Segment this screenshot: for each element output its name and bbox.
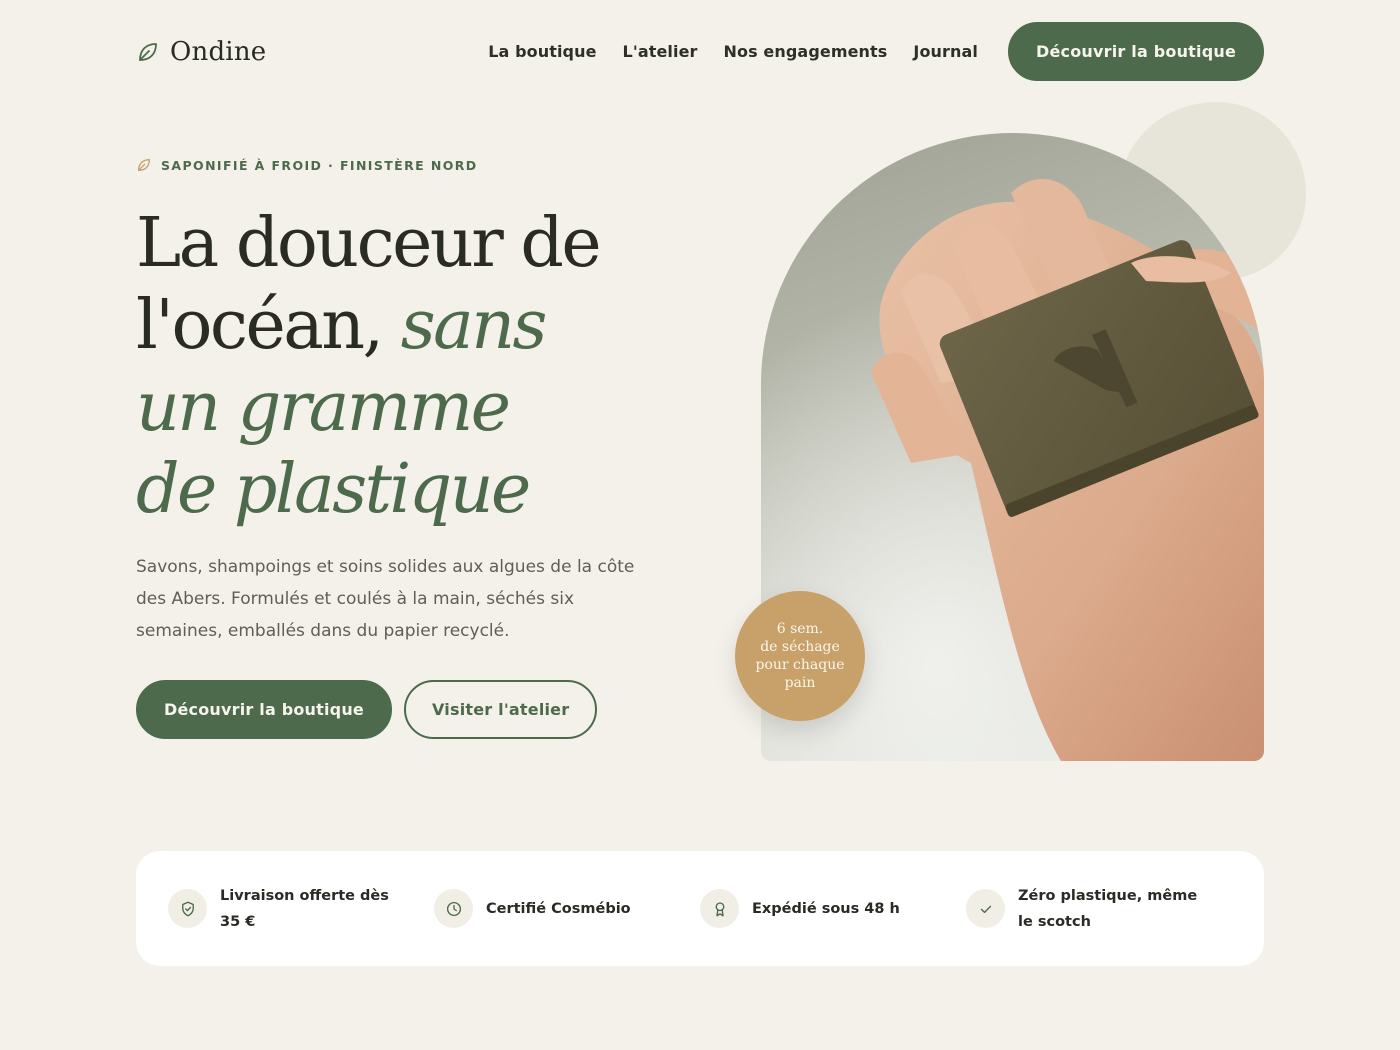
nav-link-journal[interactable]: Journal [913, 42, 978, 61]
shop-button[interactable]: Découvrir la boutique [136, 680, 392, 739]
feature-label: Certifié Cosmébio [486, 900, 631, 917]
hero-eyebrow: SAPONIFIÉ À FROID · FINISTÈRE NORD [136, 157, 478, 173]
feature-item: Zéro plastique, même le scotch [966, 883, 1232, 935]
clock-icon [434, 889, 473, 928]
badge-line-4: pain [784, 675, 816, 691]
header-cta-button[interactable]: Découvrir la boutique [1008, 22, 1264, 81]
drying-time-badge: 6 sem. de séchage pour chaque pain [735, 591, 865, 721]
feature-label: Zéro plastique, même le scotch [1018, 887, 1198, 930]
feature-label: Livraison offerte dès 35 € [220, 887, 389, 930]
hero-subtitle: Savons, shampoings et soins solides aux … [136, 557, 635, 641]
badge-text: 6 sem. de séchage pour chaque pain [750, 620, 850, 692]
nav-links: La boutique L'atelier Nos engagements Jo… [488, 42, 978, 61]
hero-title-line-2-plain: l'océan, [136, 286, 401, 365]
feature-item: Certifié Cosmébio [434, 889, 700, 928]
award-ribbon-icon [700, 889, 739, 928]
nav-link-atelier[interactable]: L'atelier [623, 42, 698, 61]
hero-title-accent: sans [400, 286, 548, 365]
visit-workshop-button[interactable]: Visiter l'atelier [403, 680, 598, 739]
badge-line-3: pour chaque [755, 657, 845, 673]
hero-title-line-4: de plastique [136, 450, 531, 529]
hero-title-line-2: l'océan, sans [136, 285, 736, 367]
feature-label: Expédié sous 48 h [752, 900, 900, 917]
site-header: Ondine La boutique L'atelier Nos engagem… [136, 22, 1264, 81]
features-bar: Livraison offerte dès 35 € Certifié Cosm… [136, 851, 1264, 966]
feature-item: Livraison offerte dès 35 € [168, 883, 434, 935]
leaf-icon [139, 42, 157, 61]
badge-line-2: de séchage [760, 639, 840, 655]
badge-line-1: 6 sem. [776, 621, 824, 637]
leaf-icon [138, 159, 150, 171]
hero-title-line-1: La douceur de [136, 204, 602, 283]
eyebrow-text: SAPONIFIÉ À FROID · FINISTÈRE NORD [161, 157, 478, 173]
hero-cta-group: Découvrir la boutique Visiter l'atelier [136, 680, 598, 739]
nav-link-boutique[interactable]: La boutique [488, 42, 596, 61]
hero-title-line-3: un gramme [136, 368, 511, 447]
brand-name: Ondine [170, 36, 267, 67]
feature-item: Expédié sous 48 h [700, 889, 966, 928]
hero-title: La douceur de l'océan, sans un gramme de… [136, 203, 736, 531]
shield-check-icon [168, 889, 207, 928]
brand-logo[interactable]: Ondine [136, 37, 266, 67]
check-icon [966, 889, 1005, 928]
main-nav: La boutique L'atelier Nos engagements Jo… [488, 22, 1264, 81]
nav-link-engagements[interactable]: Nos engagements [724, 42, 888, 61]
